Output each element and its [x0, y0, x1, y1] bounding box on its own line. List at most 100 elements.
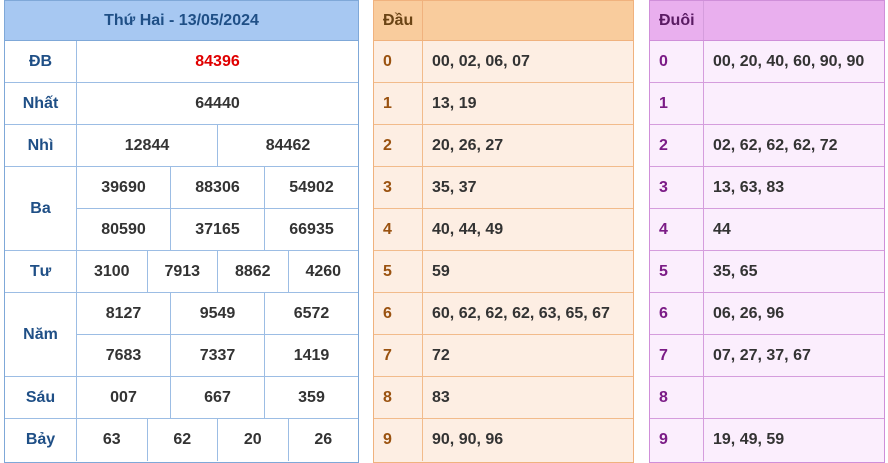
tail-row: 8: [650, 377, 884, 419]
prize-number: 62: [146, 419, 218, 461]
prize-label: ĐB: [5, 41, 77, 82]
tail-row: 6 06, 26, 96: [650, 293, 884, 335]
head-digits-table: Đầu 0 00, 02, 06, 07 1 13, 19 2 20, 26, 27 …: [373, 0, 634, 463]
tail-row: 7 07, 27, 37, 67: [650, 335, 884, 377]
head-row: 6 60, 62, 62, 62, 63, 65, 67: [374, 293, 633, 335]
head-numbers: 90, 90, 96: [432, 431, 504, 448]
prize-number: 007: [110, 388, 137, 406]
prize-row-special: ĐB 84396: [5, 41, 358, 83]
tail-numbers: 00, 20, 40, 60, 90, 90: [713, 52, 865, 70]
tail-row: 3 13, 63, 83: [650, 167, 884, 209]
head-digit: 9: [374, 419, 423, 461]
prize-row-seventh: Bảy 63 62 20 26: [5, 419, 358, 461]
tail-digit: 9: [650, 419, 704, 461]
tail-row: 2 02, 62, 62, 62, 72: [650, 125, 884, 167]
prize-number: 1419: [264, 335, 358, 376]
prize-number: 7683: [105, 346, 142, 364]
tail-row: 5 35, 65: [650, 251, 884, 293]
tail-digit: 5: [650, 251, 704, 292]
prize-number: 359: [264, 377, 358, 418]
head-row: 5 59: [374, 251, 633, 293]
prize-number: 9549: [170, 293, 264, 334]
tail-numbers: 44: [713, 220, 731, 238]
prize-label: Nhì: [5, 125, 77, 166]
tail-numbers: 06, 26, 96: [713, 304, 785, 322]
prize-label: Nhất: [5, 83, 77, 124]
head-digit: 1: [374, 83, 423, 124]
head-row: 7 72: [374, 335, 633, 377]
head-row: 2 20, 26, 27: [374, 125, 633, 167]
prize-number: 7913: [146, 251, 218, 292]
tail-numbers: 19, 49, 59: [713, 431, 785, 448]
tail-numbers: 02, 62, 62, 62, 72: [713, 136, 838, 154]
tail-numbers: 13, 63, 83: [713, 178, 785, 196]
tail-numbers: 07, 27, 37, 67: [713, 346, 811, 364]
prize-row-fifth: Năm 8127 9549 6572 7683 7337 1419: [5, 293, 358, 377]
prize-row-first: Nhất 64440: [5, 83, 358, 125]
head-digit: 4: [374, 209, 423, 250]
tail-numbers: [704, 83, 884, 124]
head-row: 3 35, 37: [374, 167, 633, 209]
tail-header-label: Đuôi: [650, 1, 704, 40]
prize-row-third: Ba 39690 88306 54902 80590 37165 66935: [5, 167, 358, 251]
head-row: 0 00, 02, 06, 07: [374, 41, 633, 83]
prize-label: Năm: [5, 293, 77, 376]
tail-row: 1: [650, 83, 884, 125]
head-row: 4 40, 44, 49: [374, 209, 633, 251]
head-digit: 3: [374, 167, 423, 208]
head-row: 8 83: [374, 377, 633, 419]
head-numbers: 83: [432, 388, 450, 406]
prize-row-second: Nhì 12844 84462: [5, 125, 358, 167]
tail-row: 9 19, 49, 59: [650, 419, 884, 461]
tail-numbers: [704, 377, 884, 418]
prize-number: 6572: [264, 293, 358, 334]
prize-number: 7337: [170, 335, 264, 376]
head-digit: 8: [374, 377, 423, 418]
head-numbers: 20, 26, 27: [432, 136, 504, 154]
prize-number: 8862: [217, 251, 288, 292]
tail-numbers: 35, 65: [713, 262, 758, 280]
prize-number: 84462: [217, 125, 358, 166]
head-digit: 7: [374, 335, 423, 376]
prize-number: 39690: [101, 178, 146, 196]
tail-digit: 4: [650, 209, 704, 250]
prize-number: 64440: [195, 94, 240, 112]
tail-row: 0 00, 20, 40, 60, 90, 90: [650, 41, 884, 83]
prize-number: 20: [217, 419, 288, 461]
prize-number: 4260: [287, 251, 359, 292]
tail-table-header: Đuôi: [650, 1, 884, 41]
prize-label: Ba: [5, 167, 77, 250]
head-numbers: 59: [432, 262, 450, 280]
prize-row-sixth: Sáu 007 667 359: [5, 377, 358, 419]
prize-number: 88306: [170, 167, 264, 208]
tail-digit: 8: [650, 377, 704, 418]
prize-number: 37165: [170, 209, 264, 250]
prize-number: 12844: [124, 136, 170, 154]
head-digit: 2: [374, 125, 423, 166]
tail-row: 4 44: [650, 209, 884, 251]
head-digit: 0: [374, 41, 423, 82]
head-numbers: 00, 02, 06, 07: [432, 52, 530, 70]
prize-number-special: 84396: [195, 52, 240, 70]
tail-digit: 1: [650, 83, 704, 124]
head-digit: 5: [374, 251, 423, 292]
head-numbers: 72: [432, 346, 450, 364]
head-row: 9 90, 90, 96: [374, 419, 633, 461]
prize-number: 667: [170, 377, 264, 418]
prize-number: 66935: [264, 209, 358, 250]
prize-number: 80590: [101, 220, 146, 238]
prize-row-fourth: Tư 3100 7913 8862 4260: [5, 251, 358, 293]
head-numbers: 13, 19: [432, 94, 477, 112]
tail-digits-table: Đuôi 0 00, 20, 40, 60, 90, 90 1 2 02, 62, …: [649, 0, 885, 463]
prize-number: 3100: [93, 262, 130, 280]
head-header-label: Đầu: [374, 1, 423, 40]
prize-label: Sáu: [5, 377, 77, 418]
prize-number: 63: [102, 431, 121, 448]
prize-label: Tư: [5, 251, 77, 292]
tail-digit: 3: [650, 167, 704, 208]
tail-digit: 2: [650, 125, 704, 166]
tail-digit: 7: [650, 335, 704, 376]
head-numbers: 35, 37: [432, 178, 477, 196]
head-digit: 6: [374, 293, 423, 334]
head-table-header: Đầu: [374, 1, 633, 41]
